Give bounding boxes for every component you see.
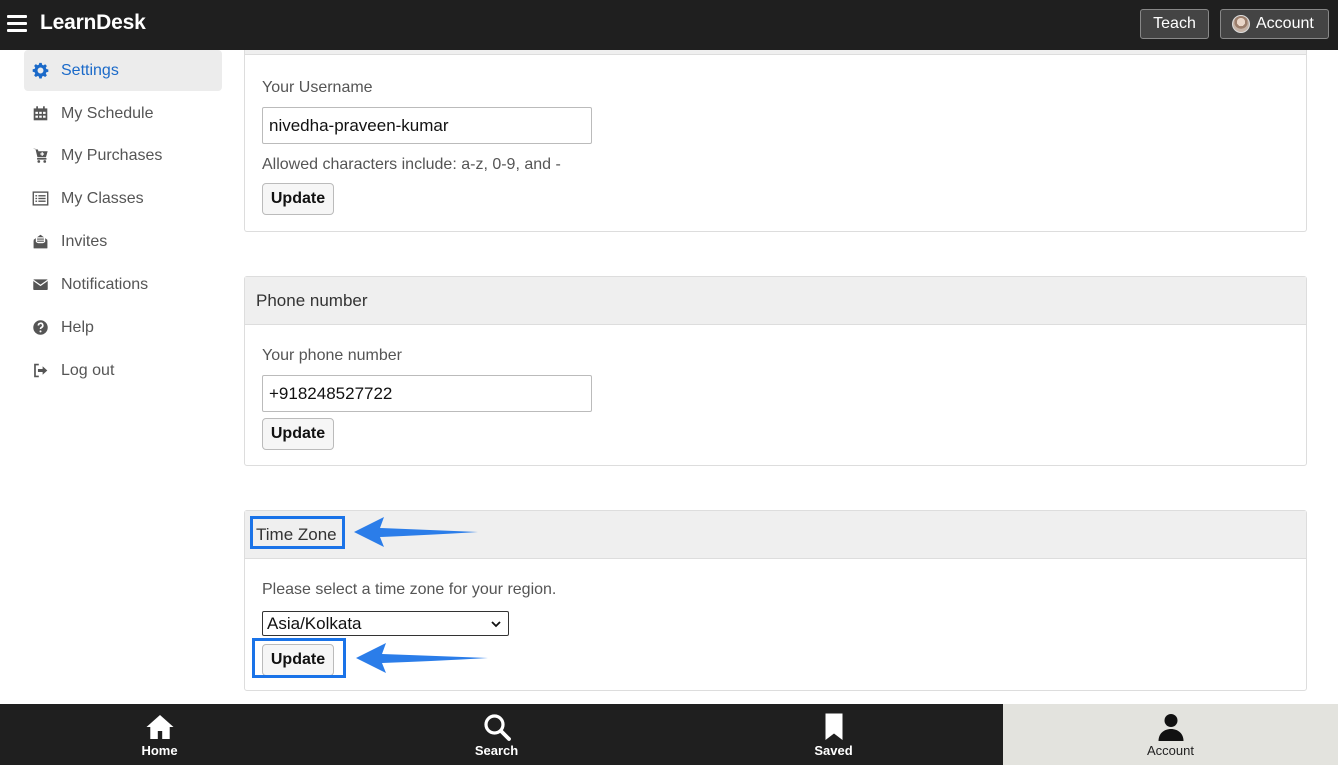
account-button-label: Account (1256, 15, 1314, 32)
sidebar-item-label: Invites (61, 232, 108, 250)
bottom-nav: Home Search Saved Account (0, 704, 1338, 765)
top-bar: LearnDesk Teach Account (0, 0, 1338, 50)
phone-update-button[interactable]: Update (262, 418, 334, 450)
bottom-nav-label: Home (141, 743, 178, 758)
question-icon (31, 319, 49, 337)
sidebar-item-log-out[interactable]: Log out (24, 350, 222, 391)
bookmark-icon (825, 713, 842, 740)
username-label: Your Username (262, 79, 373, 96)
brand-logo[interactable]: LearnDesk (40, 11, 146, 35)
envelope-open-icon (31, 233, 49, 251)
cart-icon (31, 147, 49, 165)
home-icon (146, 715, 173, 739)
teach-button[interactable]: Teach (1140, 9, 1209, 39)
bottom-nav-label: Saved (814, 743, 853, 758)
phone-card-title: Phone number (245, 277, 1306, 325)
account-button[interactable]: Account (1220, 9, 1329, 39)
username-hint: Allowed characters include: a-z, 0-9, an… (262, 156, 561, 173)
sidebar-item-label: My Schedule (61, 104, 154, 122)
calendar-icon (31, 105, 49, 123)
bottom-nav-account[interactable]: Account (1003, 704, 1338, 765)
annotation-arrow-icon (354, 517, 478, 547)
timezone-select[interactable]: Asia/Kolkata (262, 611, 509, 636)
sidebar-item-label: My Classes (61, 189, 144, 207)
username-update-button[interactable]: Update (262, 183, 334, 215)
sidebar-item-settings[interactable]: Settings (24, 50, 222, 91)
hamburger-menu-icon[interactable] (7, 15, 27, 33)
sidebar-item-invites[interactable]: Invites (24, 221, 222, 262)
phone-input[interactable]: +918248527722 (262, 375, 592, 412)
sidebar-item-label: Help (61, 318, 94, 336)
sidebar-item-label: My Purchases (61, 146, 163, 164)
phone-label: Your phone number (262, 347, 402, 364)
sidebar-item-my-purchases[interactable]: My Purchases (24, 135, 222, 176)
list-icon (31, 190, 49, 208)
sidebar-item-my-classes[interactable]: My Classes (24, 178, 222, 219)
envelope-icon (31, 276, 49, 294)
timezone-label: Please select a time zone for your regio… (262, 581, 557, 598)
highlight-box-update-button (252, 638, 346, 678)
highlight-box-timezone-title (250, 516, 345, 549)
username-card: Your Username nivedha-praveen-kumar Allo… (244, 50, 1307, 232)
sidebar-item-notifications[interactable]: Notifications (24, 264, 222, 305)
bottom-nav-search[interactable]: Search (337, 704, 656, 765)
phone-card: Phone number Your phone number +91824852… (244, 276, 1307, 466)
avatar (1232, 15, 1250, 33)
username-input[interactable]: nivedha-praveen-kumar (262, 107, 592, 144)
sidebar-item-help[interactable]: Help (24, 307, 222, 348)
sidebar-item-label: Log out (61, 361, 115, 379)
bottom-nav-saved[interactable]: Saved (674, 704, 993, 765)
logout-icon (31, 362, 49, 380)
annotation-arrow-icon (356, 643, 488, 673)
timezone-selected-value: Asia/Kolkata (267, 613, 362, 633)
bottom-nav-label: Account (1147, 743, 1194, 758)
card-header-remnant (245, 50, 1306, 55)
sidebar-item-my-schedule[interactable]: My Schedule (24, 93, 222, 134)
gear-icon (31, 62, 49, 80)
user-icon (1158, 714, 1183, 741)
search-icon (483, 714, 511, 741)
sidebar-item-label: Settings (61, 61, 119, 79)
sidebar-item-label: Notifications (61, 275, 149, 293)
chevron-down-icon (491, 621, 501, 628)
bottom-nav-home[interactable]: Home (0, 704, 319, 765)
bottom-nav-label: Search (474, 743, 519, 758)
